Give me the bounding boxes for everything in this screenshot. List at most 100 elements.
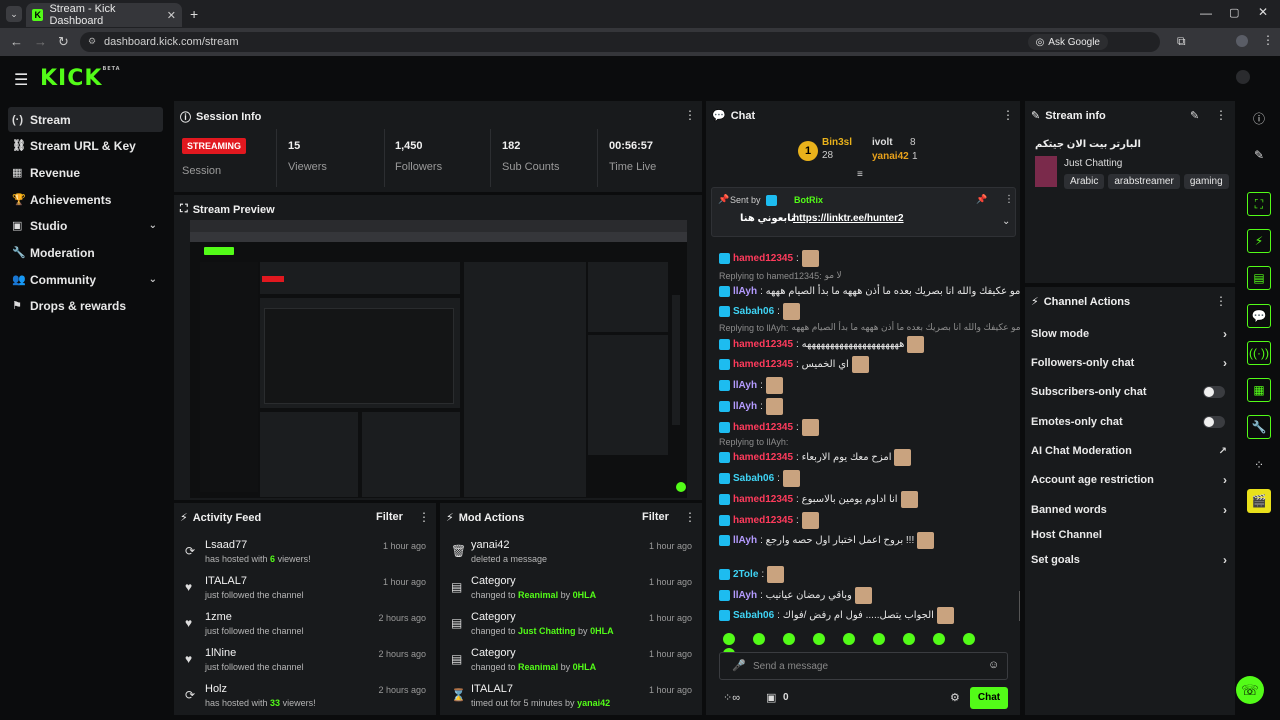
bolt-icon[interactable]: ⚡ [1247, 229, 1271, 253]
chat-username[interactable]: hamed12345 [733, 339, 793, 350]
filter-button[interactable]: Filter [376, 511, 403, 523]
wrench-icon[interactable]: 🔧 [1247, 415, 1271, 439]
action-account-age[interactable]: Account age restriction › [1031, 470, 1227, 490]
chat-username[interactable]: llAyh [733, 401, 757, 412]
settings-icon[interactable]: ⚙ [950, 691, 960, 704]
preview-toggle-icon[interactable]: ⛶ [1247, 192, 1271, 216]
close-window-icon[interactable]: ✕ [1258, 5, 1268, 19]
chat-username[interactable]: llAyh [733, 535, 757, 546]
mic-icon[interactable]: 🎤 [732, 659, 746, 672]
clapper-icon[interactable]: 🎬 [1247, 489, 1271, 513]
message-placeholder: Send a message [753, 661, 829, 672]
reply-text: Replying to llAyh: [719, 437, 789, 447]
chat-username[interactable]: hamed12345 [733, 515, 793, 526]
sidebar-item-moderation[interactable]: 🔧 Moderation [8, 240, 163, 265]
site-info-icon[interactable]: ⚙ [88, 36, 96, 47]
chat-username[interactable]: llAyh [733, 590, 757, 601]
message-input[interactable]: 🎤 Send a message ☺ [719, 652, 1008, 680]
stream-preview-video[interactable] [190, 220, 687, 498]
edit-icon[interactable]: ✎ [1190, 109, 1199, 122]
more-options-icon[interactable]: ⋮ [418, 510, 430, 524]
extensions-icon[interactable]: ⧉ [1177, 34, 1186, 49]
user-badge-icon [719, 590, 730, 601]
new-tab-icon[interactable]: + [190, 6, 198, 22]
url-field[interactable]: ⚙ dashboard.kick.com/stream ◎ Ask Google [80, 32, 1160, 52]
tab-menu-button[interactable]: ⌄ [6, 6, 22, 22]
sidebar-item-drops[interactable]: ⚑ Drops & rewards [8, 293, 163, 318]
info-icon[interactable]: ⓘ [1247, 106, 1271, 130]
chevron-right-icon: › [1223, 473, 1227, 487]
tag-chip[interactable]: Arabic [1064, 174, 1105, 189]
ask-google-button[interactable]: ◎ Ask Google [1027, 34, 1108, 50]
emote-image [765, 398, 783, 415]
browser-tab[interactable]: K Stream - Kick Dashboard ✕ [26, 3, 182, 27]
chevron-down-icon[interactable]: ⌄ [1002, 216, 1010, 227]
notes-icon[interactable]: ▤ [1247, 266, 1271, 290]
sidebar-item-studio[interactable]: ▣ Studio ⌄ [8, 213, 163, 238]
more-options-icon[interactable]: ⋮ [1004, 194, 1014, 205]
support-chat-button[interactable]: ☏ [1236, 676, 1264, 704]
sidebar-item-revenue[interactable]: ▦ Revenue [8, 160, 163, 185]
action-ai-moderation[interactable]: AI Chat Moderation ↗ [1031, 441, 1227, 461]
sidebar-item-stream[interactable]: (·) Stream [8, 107, 163, 132]
chat-username[interactable]: Sabah06 [733, 473, 774, 484]
close-tab-icon[interactable]: ✕ [167, 9, 176, 22]
chat-username[interactable]: hamed12345 [733, 359, 793, 370]
pinned-message[interactable]: 📌 Sent by BotRix تابعوني هنا https://lin… [711, 187, 1016, 237]
chat-send-button[interactable]: Chat [970, 687, 1008, 709]
chat-username[interactable]: Sabah06 [733, 306, 774, 317]
action-slow-mode[interactable]: Slow mode › [1031, 324, 1227, 344]
unpin-icon[interactable]: 📌 [976, 194, 987, 205]
emotes-only-toggle[interactable] [1203, 416, 1225, 428]
hamburger-icon[interactable]: ☰ [14, 70, 28, 90]
expand-leaderboard-icon[interactable]: ≡ [857, 169, 863, 180]
action-set-goals[interactable]: Set goals › [1031, 550, 1227, 570]
more-options-icon[interactable]: ⋮ [1002, 108, 1014, 122]
leader-count: 8 [910, 137, 916, 148]
gift-icon[interactable]: ▣ [766, 691, 776, 704]
action-banned-words[interactable]: Banned words › [1031, 500, 1227, 520]
back-icon[interactable]: ← [10, 34, 23, 49]
chat-scrollbar[interactable] [1019, 591, 1020, 621]
kick-logo[interactable]: KICKBETA [40, 66, 121, 91]
maximize-icon[interactable]: ▢ [1229, 6, 1239, 19]
chat-toggle-icon[interactable]: 💬 [1247, 304, 1271, 328]
browser-menu-icon[interactable]: ⋮ [1262, 33, 1274, 47]
list-item: ▤ Category changed to Reanimal by 0HLA 1 ho… [440, 647, 702, 683]
sidebar-item-community[interactable]: 👥 Community ⌄ [8, 267, 163, 292]
user-avatar[interactable] [1236, 70, 1250, 84]
subscribers-only-toggle[interactable] [1203, 386, 1225, 398]
reload-icon[interactable]: ↻ [58, 34, 69, 50]
community-icon[interactable]: ⁘ [1247, 453, 1271, 477]
more-options-icon[interactable]: ⋮ [1215, 108, 1227, 122]
chat-username[interactable]: llAyh [733, 380, 757, 391]
action-followers-only[interactable]: Followers-only chat › [1031, 353, 1227, 373]
chat-username[interactable]: hamed12345 [733, 494, 793, 505]
tag-chip[interactable]: gaming [1183, 174, 1229, 189]
chat-username[interactable]: hamed12345 [733, 253, 793, 264]
more-options-icon[interactable]: ⋮ [684, 108, 696, 122]
pinned-link[interactable]: https://linktr.ee/hunter2 [793, 213, 904, 224]
points-icon[interactable]: ⁘∞ [723, 691, 740, 704]
chat-username[interactable]: llAyh [733, 286, 757, 297]
profile-icon[interactable] [1236, 35, 1248, 47]
sidebar-item-stream-url[interactable]: ⛓ Stream URL & Key [8, 133, 163, 158]
more-options-icon[interactable]: ⋮ [684, 510, 696, 524]
filter-button[interactable]: Filter [642, 511, 669, 523]
minimize-icon[interactable]: — [1200, 6, 1212, 20]
chat-username[interactable]: hamed12345 [733, 422, 793, 433]
emoji-icon[interactable]: ☺ [988, 659, 999, 671]
forward-icon[interactable]: → [34, 34, 47, 49]
chat-username[interactable]: 2Tole [733, 569, 758, 580]
pencil-icon[interactable]: ✎ [1247, 143, 1271, 167]
more-options-icon[interactable]: ⋮ [1215, 294, 1227, 308]
tag-chip[interactable]: arabstreamer [1108, 174, 1180, 189]
sidebar-item-achievements[interactable]: 🏆 Achievements [8, 187, 163, 212]
emote-image [801, 512, 819, 529]
mod-actions-icon[interactable]: ▦ [1247, 378, 1271, 402]
broadcast-icon[interactable]: ((·)) [1247, 341, 1271, 365]
chat-username[interactable]: Sabah06 [733, 610, 774, 621]
action-host-channel[interactable]: Host Channel [1031, 525, 1227, 545]
chat-username[interactable]: hamed12345 [733, 452, 793, 463]
feed-num: 33 [270, 698, 281, 708]
